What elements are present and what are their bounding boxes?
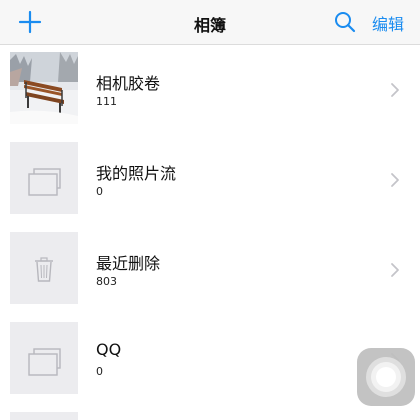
search-icon[interactable] (334, 11, 356, 33)
album-count: 0 (96, 365, 103, 378)
assistive-touch-dot (376, 367, 396, 387)
photo-stack-icon (28, 168, 61, 196)
photos-albums-screen: 相簿 编辑 相机胶卷 111 我的照片流 0 最近删除 803 QQ 0 (0, 0, 420, 420)
assistive-touch-icon[interactable] (357, 348, 415, 406)
plus-icon[interactable] (16, 8, 44, 36)
trash-icon (35, 257, 53, 282)
album-thumbnail (10, 142, 78, 214)
album-thumbnail (10, 232, 78, 304)
album-thumbnail (10, 52, 78, 124)
album-count: 111 (96, 95, 117, 108)
nav-bar: 相簿 编辑 (0, 0, 420, 45)
edit-button[interactable]: 编辑 (372, 11, 404, 35)
album-list: 相机胶卷 111 我的照片流 0 最近删除 803 QQ 0 (0, 45, 420, 405)
assistive-touch-ring (366, 357, 406, 397)
album-row-recently-deleted[interactable]: 最近删除 803 (0, 225, 420, 315)
snowy-park-bench-photo (10, 52, 78, 124)
album-count: 0 (96, 185, 103, 198)
page-title: 相簿 (193, 16, 226, 35)
chevron-right-icon (391, 83, 399, 97)
album-name: QQ (96, 340, 122, 359)
chevron-right-icon (391, 263, 399, 277)
album-row-camera-roll[interactable]: 相机胶卷 111 (0, 45, 420, 135)
album-name: 最近删除 (96, 254, 161, 273)
assistive-touch-ring-inner (371, 362, 401, 392)
album-count: 803 (96, 275, 117, 288)
album-thumbnail (10, 322, 78, 394)
album-name: 我的照片流 (96, 164, 177, 183)
album-thumbnail-partial[interactable] (10, 412, 78, 420)
album-name: 相机胶卷 (96, 74, 161, 93)
photo-stack-icon (28, 348, 61, 376)
chevron-right-icon (391, 173, 399, 187)
album-row-my-photo-stream[interactable]: 我的照片流 0 (0, 135, 420, 225)
